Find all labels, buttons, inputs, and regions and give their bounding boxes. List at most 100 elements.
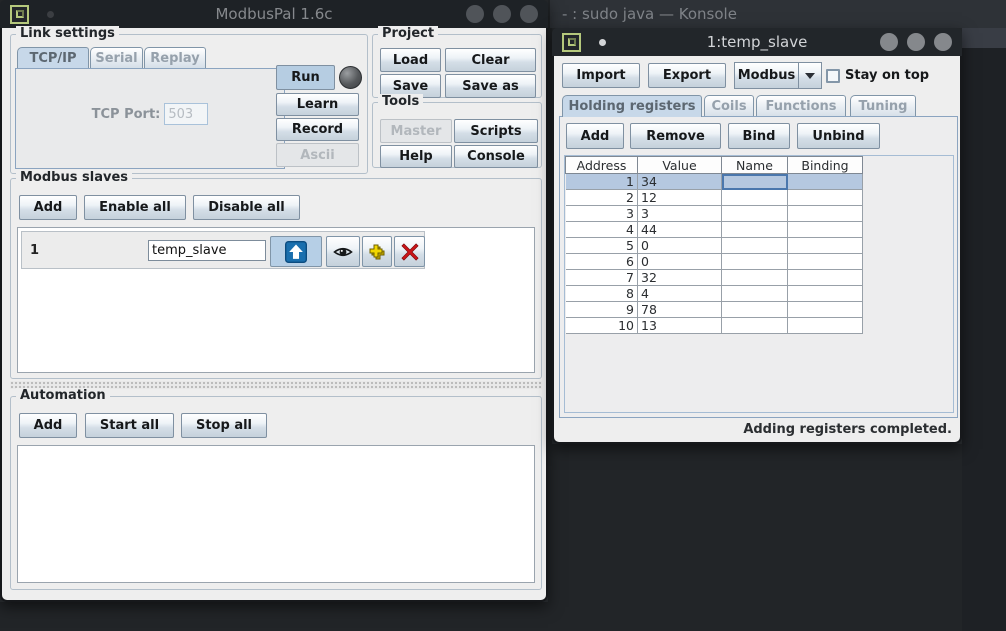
cell-address[interactable]: 2 <box>566 190 638 206</box>
cell-name[interactable] <box>722 318 788 334</box>
remove-register-button[interactable]: Remove <box>630 123 721 149</box>
column-header-address[interactable]: Address <box>566 157 638 174</box>
cell-name[interactable] <box>722 222 788 238</box>
temp-slave-titlebar[interactable]: 1:temp_slave <box>552 28 962 56</box>
disable-all-button[interactable]: Disable all <box>193 195 300 220</box>
column-header-value[interactable]: Value <box>638 157 722 174</box>
table-row[interactable]: 33 <box>566 206 863 222</box>
maximize-button[interactable] <box>493 5 511 23</box>
bind-button[interactable]: Bind <box>728 123 790 149</box>
cell-name[interactable] <box>722 238 788 254</box>
cell-binding[interactable] <box>788 302 863 318</box>
cell-binding[interactable] <box>788 270 863 286</box>
close-button[interactable] <box>520 5 538 23</box>
table-row[interactable]: 212 <box>566 190 863 206</box>
slave-row[interactable]: 1 <box>21 231 425 269</box>
cell-address[interactable]: 10 <box>566 318 638 334</box>
console-button[interactable]: Console <box>454 145 538 168</box>
save-as-button[interactable]: Save as <box>445 74 536 98</box>
cell-value[interactable]: 44 <box>638 222 722 238</box>
slave-delete-button[interactable] <box>394 236 425 267</box>
protocol-combobox[interactable]: Modbus <box>734 62 822 89</box>
modbuspal-titlebar[interactable]: ModbusPal 1.6c <box>0 0 548 28</box>
cell-binding[interactable] <box>788 190 863 206</box>
cell-name[interactable] <box>722 302 788 318</box>
cell-value[interactable]: 12 <box>638 190 722 206</box>
cell-value[interactable]: 32 <box>638 270 722 286</box>
cell-binding[interactable] <box>788 222 863 238</box>
add-register-button[interactable]: Add <box>566 123 624 149</box>
slave-name-input[interactable] <box>148 240 266 261</box>
unbind-button[interactable]: Unbind <box>797 123 880 149</box>
cell-binding[interactable] <box>788 318 863 334</box>
table-row[interactable]: 1013 <box>566 318 863 334</box>
column-header-name[interactable]: Name <box>722 157 788 174</box>
cell-value[interactable]: 34 <box>638 174 722 190</box>
cell-name[interactable] <box>722 206 788 222</box>
cell-value[interactable]: 0 <box>638 254 722 270</box>
cell-address[interactable]: 1 <box>566 174 638 190</box>
chevron-down-icon[interactable] <box>798 62 822 89</box>
table-row[interactable]: 84 <box>566 286 863 302</box>
window-pin-icon[interactable] <box>599 39 606 46</box>
cell-binding[interactable] <box>788 206 863 222</box>
cell-binding[interactable] <box>788 238 863 254</box>
cell-address[interactable]: 5 <box>566 238 638 254</box>
cell-address[interactable]: 4 <box>566 222 638 238</box>
cell-value[interactable]: 78 <box>638 302 722 318</box>
clear-button[interactable]: Clear <box>445 48 536 72</box>
table-row[interactable]: 60 <box>566 254 863 270</box>
cell-address[interactable]: 7 <box>566 270 638 286</box>
cell-name[interactable] <box>722 286 788 302</box>
cell-address[interactable]: 9 <box>566 302 638 318</box>
tab-replay[interactable]: Replay <box>144 47 206 68</box>
cell-name[interactable] <box>722 174 788 190</box>
table-row[interactable]: 134 <box>566 174 863 190</box>
window-pin-icon[interactable] <box>47 11 54 18</box>
import-button[interactable]: Import <box>562 63 640 88</box>
cell-binding[interactable] <box>788 254 863 270</box>
record-button[interactable]: Record <box>276 118 359 141</box>
tab-holding-registers[interactable]: Holding registers <box>562 95 702 117</box>
cell-name[interactable] <box>722 254 788 270</box>
konsole-titlebar[interactable]: - : sudo java — Konsole <box>550 0 1006 28</box>
cell-name[interactable] <box>722 270 788 286</box>
tcp-port-input[interactable] <box>164 103 208 125</box>
run-button[interactable]: Run <box>276 65 335 90</box>
cell-address[interactable]: 6 <box>566 254 638 270</box>
add-slave-button[interactable]: Add <box>19 195 77 220</box>
cell-binding[interactable] <box>788 174 863 190</box>
column-header-binding[interactable]: Binding <box>788 157 863 174</box>
minimize-button[interactable] <box>880 33 898 51</box>
slave-duplicate-button[interactable] <box>362 236 392 267</box>
maximize-button[interactable] <box>907 33 925 51</box>
table-row[interactable]: 444 <box>566 222 863 238</box>
tab-serial[interactable]: Serial <box>90 47 143 68</box>
export-button[interactable]: Export <box>648 63 726 88</box>
cell-value[interactable]: 13 <box>638 318 722 334</box>
table-row[interactable]: 50 <box>566 238 863 254</box>
slave-view-button[interactable] <box>326 236 360 267</box>
tab-tcpip[interactable]: TCP/IP <box>17 47 89 68</box>
table-row[interactable]: 732 <box>566 270 863 286</box>
tab-tuning[interactable]: Tuning <box>850 95 916 117</box>
tab-functions[interactable]: Functions <box>756 95 846 117</box>
start-all-button[interactable]: Start all <box>85 413 174 438</box>
window-menu-icon[interactable] <box>10 5 29 24</box>
cell-address[interactable]: 3 <box>566 206 638 222</box>
minimize-button[interactable] <box>466 5 484 23</box>
load-button[interactable]: Load <box>380 48 441 72</box>
register-table-scrollpane[interactable]: Address Value Name Binding 1342123344450… <box>564 155 954 413</box>
cell-address[interactable]: 8 <box>566 286 638 302</box>
cell-value[interactable]: 0 <box>638 238 722 254</box>
help-button[interactable]: Help <box>380 145 452 168</box>
scripts-button[interactable]: Scripts <box>454 119 538 143</box>
cell-value[interactable]: 4 <box>638 286 722 302</box>
slave-enable-toggle[interactable] <box>270 236 322 267</box>
stay-on-top-checkbox[interactable] <box>826 69 840 83</box>
table-row[interactable]: 978 <box>566 302 863 318</box>
add-automation-button[interactable]: Add <box>19 413 77 438</box>
enable-all-button[interactable]: Enable all <box>84 195 186 220</box>
learn-button[interactable]: Learn <box>276 93 359 116</box>
stop-all-button[interactable]: Stop all <box>181 413 267 438</box>
